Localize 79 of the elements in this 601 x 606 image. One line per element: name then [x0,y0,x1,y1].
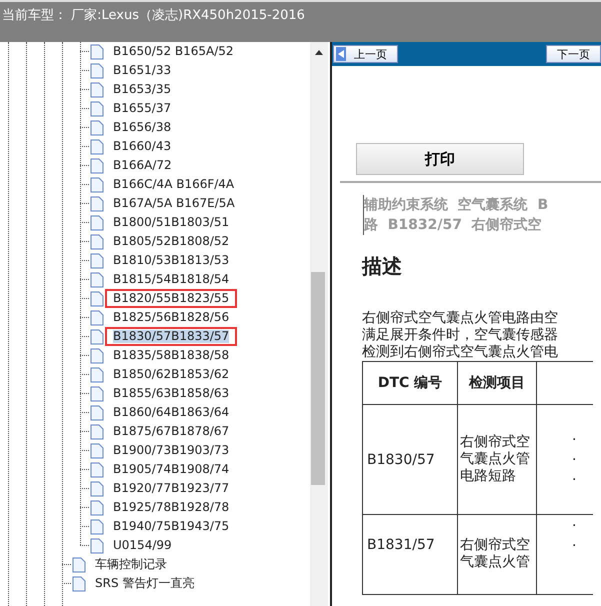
table-cell-text: · [571,470,578,490]
tree-item[interactable]: B1815/54B1818/54 [105,270,238,289]
next-page-button[interactable]: 下一页 [546,45,601,63]
tree-item[interactable]: B1925/78B1928/78 [105,498,238,517]
scroll-up-arrow-icon[interactable] [315,50,323,55]
document-icon [90,82,104,98]
tree-item[interactable]: B1905/74B1908/74 [105,460,238,479]
document-icon [90,480,104,496]
document-icon [90,424,104,440]
print-button[interactable]: 打印 [356,143,524,175]
tree-item[interactable]: B1655/37 [105,99,180,118]
tree-item[interactable]: B1825/56B1828/56 [105,308,238,327]
column-header: 检测项目 [458,362,536,404]
document-icon [90,500,104,516]
table-cell-text: · [571,450,578,470]
tree-item[interactable]: B1835/58B1838/58 [105,346,238,365]
document-icon [90,158,104,174]
tree-item[interactable]: B1660/43 [105,137,180,156]
document-icon [90,120,104,136]
tree-item[interactable]: B167A/5A B167E/5A [105,194,243,213]
document-icon [90,538,104,554]
document-icon [90,272,104,288]
table-cell-text: · [571,430,578,450]
document-icon [90,404,104,420]
table-cell: B1830/57 [362,404,458,514]
tree-item[interactable]: B1820/55B1823/55 [105,289,238,308]
document-icon [90,518,104,534]
scrollbar[interactable] [310,42,328,606]
tree-item[interactable]: U0154/99 [105,536,180,555]
document-icon [72,556,86,572]
tree-item[interactable]: B1830/57B1833/57 [105,327,238,346]
document-icon [90,44,104,60]
left-arrow-icon [336,47,346,61]
tree-item[interactable]: B1650/52 B165A/52 [105,42,242,61]
table-cell: B1831/57 [362,514,458,594]
table-cell: 右侧帘式空气囊点火管电路短路 [458,404,536,514]
window-title: 当前车型： 厂家:Lexus（凌志)RX450h2015-2016 [2,8,305,23]
previous-page-button[interactable]: 上一页 [333,45,398,63]
tree-item[interactable]: B166A/72 [105,156,180,175]
document-icon [90,366,104,382]
tree-item[interactable]: B166C/4A B166F/4A [105,175,242,194]
tree-item[interactable]: B1875/67B1878/67 [105,422,238,441]
tree-item[interactable]: B1805/52B1808/52 [105,232,238,251]
document-icon [90,196,104,212]
document-icon [90,252,104,268]
tree-item[interactable]: B1653/35 [105,80,180,99]
document-icon [90,348,104,364]
tree-item[interactable]: B1860/64B1863/64 [105,403,238,422]
tree-item[interactable]: B1855/63B1858/63 [105,384,238,403]
description-paragraph: 右侧帘式空气囊点火管电路由空 满足展开条件时，空气囊传感器 检测到右侧帘式空气囊点火管电 [362,310,559,361]
document-icon [90,442,104,458]
document-icon [90,290,104,306]
document-icon [90,176,104,192]
document-icon [72,576,86,592]
document-icon [90,62,104,78]
breadcrumb-text: 辅助约束系统 空气囊系统 B 路 B1832/57 右侧帘式空 [363,195,601,235]
document-icon [90,214,104,230]
document-icon [90,138,104,154]
document-icon [90,462,104,478]
tree-item[interactable]: SRS 警告灯一直亮 [87,574,202,593]
document-icon [90,310,104,326]
column-header: DTC 编号 [362,362,458,404]
tree-item[interactable]: B1940/75B1943/75 [105,517,238,536]
section-heading: 描述 [362,253,403,280]
tree-item[interactable]: B1850/62B1853/62 [105,365,238,384]
tree-item[interactable]: B1900/73B1903/73 [105,441,238,460]
tree-item[interactable]: B1810/53B1813/53 [105,251,238,270]
scrollbar-thumb[interactable] [311,272,325,485]
table-cell-text: · [571,517,578,536]
tree-item[interactable]: B1800/51B1803/51 [105,213,238,232]
document-icon [90,386,104,402]
tree-item[interactable]: B1920/77B1923/77 [105,479,238,498]
tree-item[interactable]: B1656/38 [105,118,180,137]
document-icon [90,234,104,250]
table-cell-text: · [571,537,578,556]
tree-item[interactable]: 车辆控制记录 [87,555,175,574]
tree-item[interactable]: B1651/33 [105,61,180,80]
document-icon [90,100,104,116]
table-cell: 右侧帘式空气囊点火管 [458,514,536,594]
